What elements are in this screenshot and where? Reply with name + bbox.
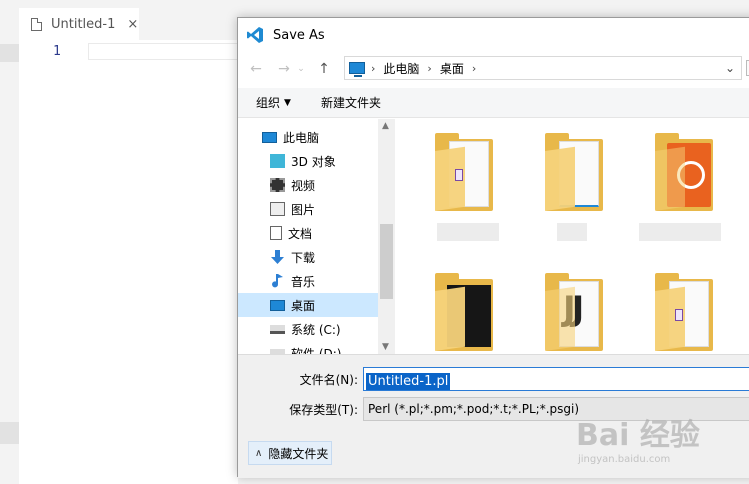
blurred-label [639,223,721,241]
dialog-title: Save As [273,27,325,43]
nav-item-desktop[interactable]: 桌面 [238,293,378,317]
dialog-toolbar: 组织 ▼ 新建文件夹 [238,88,749,118]
watermark-main: Bai 经验 [576,418,700,453]
baidu-watermark: Bai 经验 jingyan.baidu.com [576,410,749,484]
filename-value: Untitled-1.pl [366,373,451,390]
watermark-sub: jingyan.baidu.com [578,454,671,465]
drive-icon [270,324,285,334]
dialog-titlebar: Save As [238,18,749,52]
scroll-up-icon[interactable]: ▲ [382,121,389,131]
nav-item-label: 文档 [288,226,313,241]
picture-icon [270,202,285,216]
close-icon[interactable]: × [127,17,138,32]
nav-item-label: 3D 对象 [291,154,336,169]
nav-item-label: 此电脑 [283,130,320,145]
chevron-down-icon[interactable]: ▼ [284,98,291,108]
tab-title: Untitled-1 [51,16,116,32]
breadcrumb-desktop[interactable]: 桌面 [440,60,464,77]
breadcrumb-separator: › [371,61,376,75]
save-as-dialog: Save As ← → ⌄ ↑ › 此电脑 › 桌面 › ⌄ 组织 ▼ 新建文件… [237,17,749,478]
folder-item[interactable]: JJ [541,273,611,353]
forward-button[interactable]: → [274,61,294,77]
folder-item[interactable] [541,133,611,213]
nav-item-pictures[interactable]: 图片 [238,197,378,221]
cube-icon [270,154,285,168]
download-icon [271,250,284,264]
blurred-label [557,223,587,241]
file-glyph-icon [675,309,683,321]
hide-folders-button[interactable]: ∧ 隐藏文件夹 [248,441,332,465]
music-icon [272,274,283,288]
nav-item-label: 桌面 [291,298,316,313]
back-button[interactable]: ← [246,61,266,77]
nav-item-videos[interactable]: 视频 [238,173,378,197]
gutter-highlight-bottom [0,422,19,444]
filename-input[interactable]: Untitled-1.pl [363,367,749,391]
breadcrumb-separator: › [427,61,432,75]
breadcrumb-separator: › [471,61,477,75]
filetype-label: 保存类型(T): [289,403,358,417]
nav-item-label: 视频 [291,178,316,193]
nav-scrollbar[interactable]: ▲ ▼ [378,119,395,354]
chevron-down-icon[interactable]: ⌄ [725,61,735,75]
nav-item-label: 音乐 [291,274,316,289]
folder-item[interactable] [431,133,501,213]
current-line-highlight [88,43,238,60]
line-number: 1 [53,44,61,59]
address-row: ← → ⌄ ↑ › 此电脑 › 桌面 › ⌄ [238,54,749,84]
new-folder-button[interactable]: 新建文件夹 [321,94,381,111]
activity-strip [0,40,19,484]
gutter-highlight [0,44,19,62]
folder-item[interactable] [431,273,501,353]
vscode-icon [247,27,263,43]
nav-item-music[interactable]: 音乐 [238,269,378,293]
nav-item-3d-objects[interactable]: 3D 对象 [238,149,378,173]
desktop-icon [270,299,285,311]
nav-item-drive-c[interactable]: 系统 (C:) [238,317,378,341]
organize-button[interactable]: 组织 [256,94,280,111]
scroll-down-icon[interactable]: ▼ [382,342,389,352]
breadcrumb-this-pc[interactable]: 此电脑 [383,60,419,77]
nav-item-documents[interactable]: 文档 [238,221,378,245]
chevron-up-icon: ∧ [255,447,263,459]
up-button[interactable]: ↑ [314,61,334,77]
nav-item-label: 系统 (C:) [291,322,341,337]
nav-item-drive-d[interactable]: 软件 (D:) [238,341,378,354]
nav-item-label: 图片 [291,202,316,217]
document-icon [270,226,282,240]
filename-label: 文件名(N): [299,373,358,387]
scroll-thumb[interactable] [380,224,393,299]
folder-item[interactable] [651,133,721,213]
folder-item[interactable] [651,273,721,353]
recent-dropdown-button[interactable]: ⌄ [296,64,306,74]
blurred-label [437,223,499,241]
video-icon [270,178,285,192]
tab-untitled-1[interactable]: Untitled-1 × [19,8,139,40]
computer-icon [262,131,277,143]
nav-item-label: 软件 (D:) [291,346,342,355]
file-glyph-icon [455,169,463,181]
code-area[interactable] [19,40,238,484]
file-icon [31,17,42,31]
hide-folders-label: 隐藏文件夹 [268,446,329,461]
nav-item-label: 下载 [291,250,316,265]
computer-icon [349,62,365,77]
nav-item-this-pc[interactable]: 此电脑 [238,125,378,149]
navigation-pane[interactable]: 此电脑 3D 对象 视频 图片 文档 下载 音乐 桌面 系统 (C:) 软件 (… [238,119,380,354]
file-pane[interactable]: JJ [395,119,749,354]
nav-item-downloads[interactable]: 下载 [238,245,378,269]
address-bar[interactable]: › 此电脑 › 桌面 › ⌄ [344,56,742,80]
